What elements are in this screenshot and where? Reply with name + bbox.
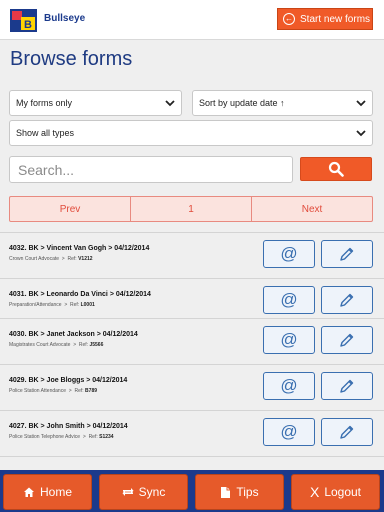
search-button[interactable]: [300, 157, 372, 181]
form-row-subtitle: Police Station Telephone Advice > Ref: S…: [9, 434, 114, 440]
logout-label: Logout: [324, 485, 362, 499]
document-icon: [220, 486, 231, 499]
row-divider: [0, 456, 384, 457]
pencil-icon: [340, 425, 354, 439]
close-icon: X: [309, 484, 320, 500]
form-row[interactable]: 4029. BK > Joe Bloggs > 04/12/2014 Polic…: [0, 364, 384, 410]
form-row[interactable]: 4032. BK > Vincent Van Gogh > 04/12/2014…: [0, 232, 384, 278]
edit-form-button[interactable]: [321, 286, 373, 314]
chevron-down-icon: [356, 130, 366, 137]
edit-form-button[interactable]: [321, 372, 373, 400]
back-arrow-icon: ←: [283, 13, 295, 25]
sync-icon: [122, 486, 134, 498]
brand-name: Bullseye: [44, 13, 86, 24]
search-input[interactable]: Search...: [9, 156, 293, 183]
home-button[interactable]: Home: [3, 474, 92, 510]
pagination: Prev 1 Next: [9, 196, 373, 222]
form-row-subtitle: Magistrates Court Advocate > Ref: J5566: [9, 342, 104, 348]
page-title: Browse forms: [10, 48, 133, 70]
sort-select[interactable]: Sort by update date ↑: [192, 90, 373, 116]
form-row-subtitle: Police Station Attendance > Ref: B789: [9, 388, 97, 394]
chevron-down-icon: [165, 100, 175, 107]
sync-button[interactable]: Sync: [99, 474, 188, 510]
form-row-title: 4032. BK > Vincent Van Gogh > 04/12/2014: [9, 245, 150, 252]
form-row[interactable]: 4027. BK > John Smith > 04/12/2014 Polic…: [0, 410, 384, 456]
type-filter-value: Show all types: [16, 128, 75, 138]
prev-page-button[interactable]: Prev: [10, 197, 131, 221]
form-row-title: 4030. BK > Janet Jackson > 04/12/2014: [9, 331, 138, 338]
edit-form-button[interactable]: [321, 240, 373, 268]
top-bar: B Bullseye ← Start new forms: [0, 0, 384, 40]
search-placeholder: Search...: [18, 161, 75, 178]
sort-value: Sort by update date ↑: [199, 98, 285, 108]
bullseye-logo: B: [10, 9, 37, 32]
type-filter-select[interactable]: Show all types: [9, 120, 373, 146]
form-row-title: 4031. BK > Leonardo Da Vinci > 04/12/201…: [9, 291, 151, 298]
pencil-icon: [340, 247, 354, 261]
current-page: 1: [131, 197, 252, 221]
tips-button[interactable]: Tips: [195, 474, 284, 510]
start-new-forms-label: Start new forms: [300, 13, 371, 25]
email-form-button[interactable]: @: [263, 418, 315, 446]
bottom-nav: Home Sync Tips X Logout: [0, 470, 384, 512]
pencil-icon: [340, 293, 354, 307]
chevron-down-icon: [356, 100, 366, 107]
svg-text:B: B: [24, 19, 32, 31]
email-form-button[interactable]: @: [263, 240, 315, 268]
pencil-icon: [340, 333, 354, 347]
email-form-button[interactable]: @: [263, 326, 315, 354]
edit-form-button[interactable]: [321, 326, 373, 354]
start-new-forms-button[interactable]: ← Start new forms: [277, 8, 373, 30]
form-row-subtitle: Crown Court Advocate > Ref: V1212: [9, 256, 93, 262]
email-form-button[interactable]: @: [263, 372, 315, 400]
owner-filter-select[interactable]: My forms only: [9, 90, 182, 116]
form-row-title: 4029. BK > Joe Bloggs > 04/12/2014: [9, 377, 128, 384]
form-row[interactable]: 4030. BK > Janet Jackson > 04/12/2014 Ma…: [0, 318, 384, 364]
home-label: Home: [39, 485, 72, 499]
pencil-icon: [340, 379, 354, 393]
form-row-title: 4027. BK > John Smith > 04/12/2014: [9, 423, 128, 430]
search-icon: [328, 161, 344, 177]
tips-label: Tips: [236, 485, 259, 499]
form-row-subtitle: Preparation/Attendance > Ref: L0001: [9, 302, 95, 308]
next-page-button[interactable]: Next: [252, 197, 372, 221]
home-icon: [23, 486, 35, 498]
sync-label: Sync: [138, 485, 166, 499]
owner-filter-value: My forms only: [16, 98, 73, 108]
logout-button[interactable]: X Logout: [291, 474, 380, 510]
email-form-button[interactable]: @: [263, 286, 315, 314]
edit-form-button[interactable]: [321, 418, 373, 446]
